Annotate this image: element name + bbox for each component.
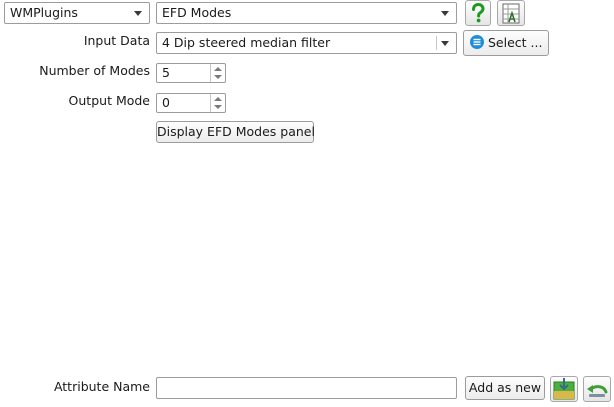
spin-down-icon[interactable] [214, 75, 222, 79]
attribute-display-icon [502, 3, 520, 24]
select-button[interactable]: Select ... [463, 30, 549, 56]
input-data-label: Input Data [83, 33, 150, 48]
revert-button[interactable] [583, 376, 611, 402]
input-data-value: 4 Dip steered median filter [162, 35, 331, 50]
add-as-new-button[interactable]: Add as new [465, 376, 545, 400]
select-button-label: Select ... [488, 35, 543, 50]
question-mark-icon [472, 2, 485, 23]
revert-icon [587, 385, 608, 397]
plugin-selector-value: WMPlugins [10, 5, 78, 20]
list-icon [470, 35, 484, 49]
help-button[interactable] [465, 0, 491, 26]
attribute-display-button[interactable] [497, 0, 525, 26]
spin-up-icon[interactable] [214, 97, 222, 101]
display-efd-modes-panel-button[interactable]: Display EFD Modes panel [156, 121, 315, 143]
input-data-selector[interactable]: 4 Dip steered median filter [156, 32, 457, 54]
output-mode-value: 0 [162, 95, 170, 110]
combo-separator [436, 36, 437, 50]
chevron-down-icon [441, 41, 449, 46]
attribute-selector[interactable]: EFD Modes [156, 2, 457, 24]
spinner-buttons[interactable] [210, 64, 225, 82]
save-attribute-button[interactable] [550, 376, 578, 402]
num-modes-spinner[interactable]: 5 [156, 63, 226, 83]
output-mode-spinner[interactable]: 0 [156, 93, 226, 113]
chevron-down-icon [134, 11, 142, 16]
output-mode-label: Output Mode [68, 93, 150, 108]
spin-up-icon[interactable] [214, 67, 222, 71]
num-modes-value: 5 [162, 65, 170, 80]
spin-down-icon[interactable] [214, 105, 222, 109]
save-attribute-icon [553, 378, 575, 400]
attribute-selector-value: EFD Modes [162, 5, 232, 20]
plugin-selector[interactable]: WMPlugins [4, 2, 150, 24]
num-modes-label: Number of Modes [39, 63, 150, 78]
chevron-down-icon [441, 11, 449, 16]
attribute-name-label: Attribute Name [53, 379, 150, 394]
spinner-buttons[interactable] [210, 94, 225, 112]
attribute-name-input[interactable] [156, 377, 457, 399]
